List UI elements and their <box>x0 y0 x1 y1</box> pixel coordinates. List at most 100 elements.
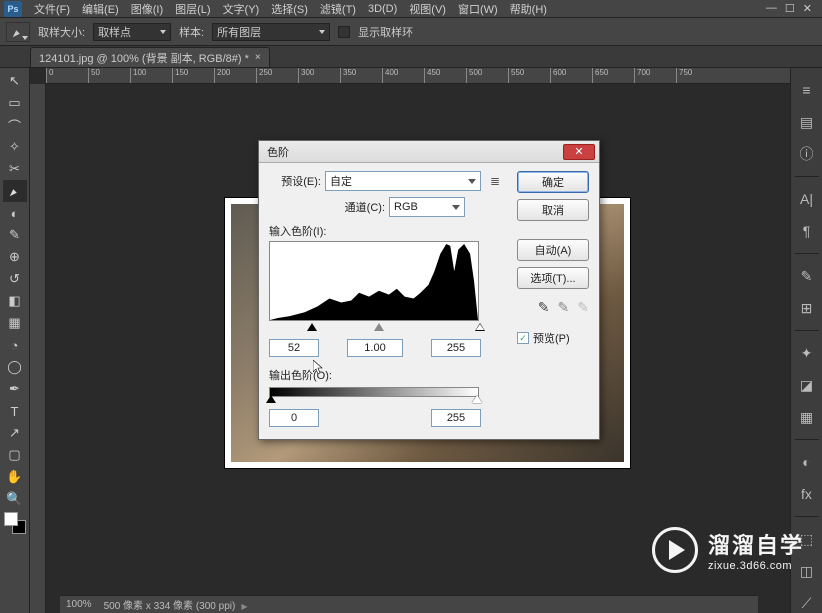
type-tool-icon[interactable]: T <box>3 400 27 422</box>
show-ring-checkbox[interactable] <box>338 26 350 38</box>
pen-tool-icon[interactable]: ✒ <box>3 378 27 400</box>
dialog-title: 色阶 <box>267 144 563 160</box>
preview-label: 预览(P) <box>533 330 570 346</box>
properties-panel-icon[interactable]: ▤ <box>796 112 818 132</box>
preset-combobox[interactable]: 自定 <box>325 171 481 191</box>
status-bar: 100% 500 像素 x 334 像素 (300 ppi) <box>60 595 758 613</box>
navigator-panel-icon[interactable]: ✦ <box>796 343 818 363</box>
brush-tool-icon[interactable]: ✎ <box>3 224 27 246</box>
brush-panel-icon[interactable]: ✎ <box>796 266 818 286</box>
lasso-tool-icon[interactable]: ⌒ <box>3 114 27 136</box>
menu-3d[interactable]: 3D(D) <box>362 2 403 16</box>
styles-panel-icon[interactable]: fx <box>796 484 818 504</box>
character-panel-icon[interactable]: A| <box>796 189 818 209</box>
tab-close-icon[interactable]: × <box>255 52 261 63</box>
black-eyedropper-icon[interactable]: ✎ <box>538 299 550 316</box>
sample-layers-select[interactable]: 所有图层 <box>212 23 330 41</box>
paragraph-panel-icon[interactable]: ¶ <box>796 221 818 241</box>
dialog-close-button[interactable]: ✕ <box>563 144 595 160</box>
wand-tool-icon[interactable]: ✧ <box>3 136 27 158</box>
watermark-play-icon <box>652 527 698 573</box>
channel-combobox[interactable]: RGB <box>389 197 465 217</box>
history-panel-icon[interactable]: ≡ <box>796 80 818 100</box>
dialog-titlebar[interactable]: 色阶 ✕ <box>259 141 599 163</box>
app-logo: Ps <box>4 1 22 17</box>
preview-checkbox[interactable]: ✓ <box>517 332 529 344</box>
auto-button[interactable]: 自动(A) <box>517 239 589 261</box>
sample-layers-label: 样本: <box>179 24 204 40</box>
color-panel-icon[interactable]: ◪ <box>796 375 818 395</box>
blur-tool-icon[interactable]: ◔ <box>3 334 27 356</box>
brush-presets-panel-icon[interactable]: ⊞ <box>796 298 818 318</box>
marquee-tool-icon[interactable]: ▭ <box>3 92 27 114</box>
ok-button[interactable]: 确定 <box>517 171 589 193</box>
crop-tool-icon[interactable]: ✂ <box>3 158 27 180</box>
menu-select[interactable]: 选择(S) <box>265 0 314 18</box>
midtone-slider[interactable] <box>374 323 384 331</box>
dodge-tool-icon[interactable]: ◯ <box>3 356 27 378</box>
menu-view[interactable]: 视图(V) <box>403 0 452 18</box>
input-levels-label: 输入色阶(I): <box>269 223 505 239</box>
output-slider-track <box>269 399 479 409</box>
white-point-slider[interactable] <box>475 323 485 331</box>
vertical-ruler <box>30 84 46 613</box>
history-brush-tool-icon[interactable]: ↺ <box>3 268 27 290</box>
window-max-icon[interactable]: ☐ <box>785 2 795 15</box>
info-panel-icon[interactable]: ⓘ <box>796 144 818 164</box>
menu-window[interactable]: 窗口(W) <box>452 0 504 18</box>
preset-menu-icon[interactable]: ≣ <box>485 171 505 191</box>
menu-edit[interactable]: 编辑(E) <box>76 0 125 18</box>
path-tool-icon[interactable]: ↗ <box>3 422 27 444</box>
preset-label: 预设(E): <box>269 173 321 189</box>
document-tab[interactable]: 124101.jpg @ 100% (背景 副本, RGB/8#) * × <box>30 47 270 67</box>
foreground-color[interactable] <box>4 512 18 526</box>
watermark: 溜溜自学 zixue.3d66.com <box>652 527 804 573</box>
menu-help[interactable]: 帮助(H) <box>504 0 553 18</box>
gamma-input[interactable] <box>347 339 403 357</box>
menu-type[interactable]: 文字(Y) <box>217 0 266 18</box>
move-tool-icon[interactable]: ↖ <box>3 70 27 92</box>
gradient-tool-icon[interactable]: ▦ <box>3 312 27 334</box>
menu-layer[interactable]: 图层(L) <box>169 0 216 18</box>
zoom-tool-icon[interactable]: 🔍 <box>3 488 27 510</box>
healing-tool-icon[interactable]: ◐ <box>3 202 27 224</box>
output-black-slider[interactable] <box>266 395 276 403</box>
eraser-tool-icon[interactable]: ◧ <box>3 290 27 312</box>
output-levels-label: 输出色阶(O): <box>269 367 505 383</box>
menu-image[interactable]: 图像(I) <box>125 0 169 18</box>
window-min-icon[interactable]: — <box>766 2 777 15</box>
color-swatches[interactable] <box>4 512 26 534</box>
menu-filter[interactable]: 滤镜(T) <box>314 0 362 18</box>
gray-eyedropper-icon[interactable]: ✎ <box>558 299 570 316</box>
input-slider-track <box>269 325 479 335</box>
show-ring-label: 显示取样环 <box>358 24 413 40</box>
options-button[interactable]: 选项(T)... <box>517 267 589 289</box>
white-point-input[interactable] <box>431 339 481 357</box>
options-bar: 取样大小: 取样点 样本: 所有图层 显示取样环 <box>0 18 822 46</box>
paths-panel-icon[interactable]: ⟋ <box>796 593 818 613</box>
watermark-title: 溜溜自学 <box>708 528 804 560</box>
output-black-input[interactable] <box>269 409 319 427</box>
hand-tool-icon[interactable]: ✋ <box>3 466 27 488</box>
sample-size-select[interactable]: 取样点 <box>93 23 171 41</box>
output-white-slider[interactable] <box>472 395 482 403</box>
adjustments-panel-icon[interactable]: ◐ <box>796 452 818 472</box>
histogram <box>269 241 479 321</box>
black-point-input[interactable] <box>269 339 319 357</box>
sample-size-label: 取样大小: <box>38 24 85 40</box>
output-gradient <box>269 387 479 397</box>
window-close-icon[interactable]: ✕ <box>803 2 812 15</box>
output-white-input[interactable] <box>431 409 481 427</box>
levels-dialog: 色阶 ✕ 预设(E): 自定 ≣ 通道(C): RGB 输入色阶(I): <box>258 140 600 440</box>
menu-file[interactable]: 文件(F) <box>28 0 76 18</box>
eyedropper-tool-icon[interactable] <box>3 180 27 202</box>
white-eyedropper-icon[interactable]: ✎ <box>577 299 589 316</box>
stamp-tool-icon[interactable]: ⊕ <box>3 246 27 268</box>
black-point-slider[interactable] <box>307 323 317 331</box>
swatches-panel-icon[interactable]: ▦ <box>796 407 818 427</box>
toolbox: ↖ ▭ ⌒ ✧ ✂ ◐ ✎ ⊕ ↺ ◧ ▦ ◔ ◯ ✒ T ↗ ▢ ✋ 🔍 <box>0 68 30 613</box>
menu-bar: Ps 文件(F) 编辑(E) 图像(I) 图层(L) 文字(Y) 选择(S) 滤… <box>0 0 822 18</box>
tool-preset-picker[interactable] <box>6 22 30 42</box>
cancel-button[interactable]: 取消 <box>517 199 589 221</box>
shape-tool-icon[interactable]: ▢ <box>3 444 27 466</box>
